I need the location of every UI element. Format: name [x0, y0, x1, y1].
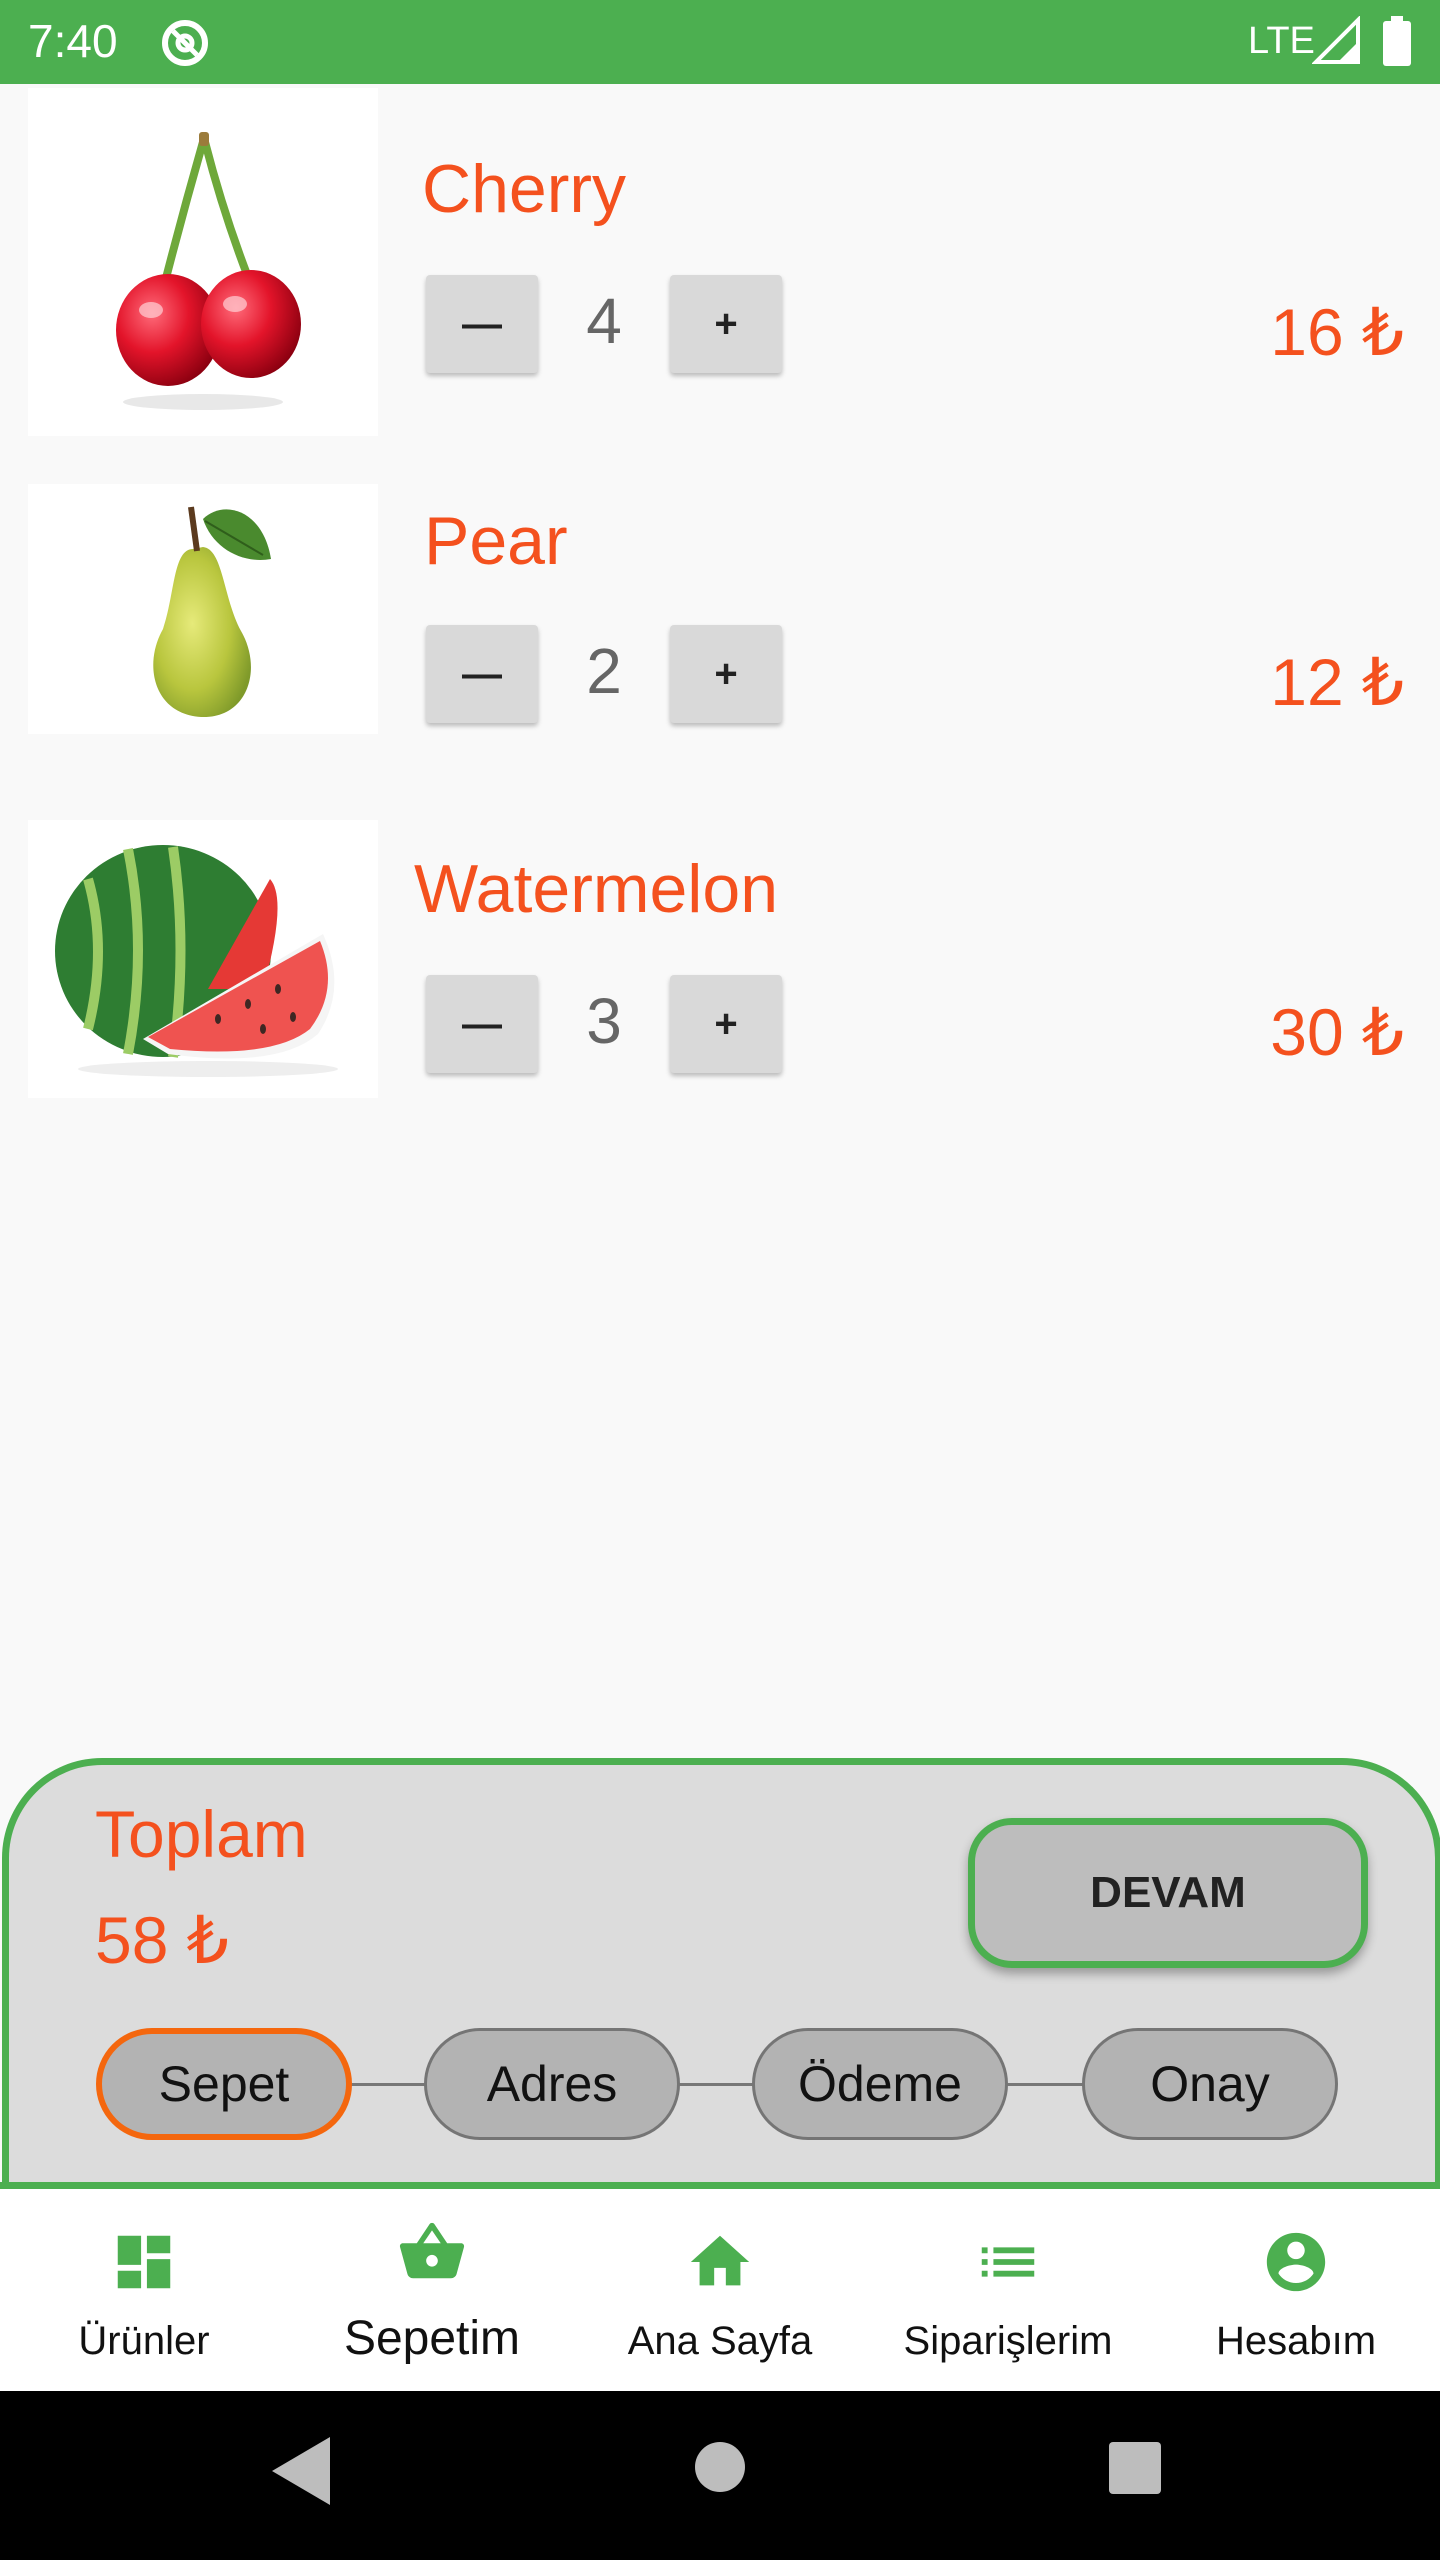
decrease-quantity-button[interactable]: — — [426, 625, 538, 723]
step-sepet[interactable]: Sepet — [96, 2028, 352, 2140]
item-price: 12 ₺ — [1270, 645, 1404, 719]
item-image-box — [28, 820, 378, 1098]
nav-item-sepetim[interactable]: Sepetim — [288, 2189, 576, 2391]
nav-item-ana-sayfa[interactable]: Ana Sayfa — [576, 2189, 864, 2391]
cart-item-cherry: Cherry — 4 + 16 ₺ — [0, 84, 1440, 444]
quantity-value: 3 — [586, 985, 622, 1057]
item-image-box — [28, 484, 378, 734]
nav-item-urunler[interactable]: Ürünler — [0, 2189, 288, 2391]
decrease-quantity-button[interactable]: — — [426, 975, 538, 1073]
quantity-value: 2 — [586, 635, 622, 707]
item-name: Cherry — [422, 151, 627, 227]
step-odeme[interactable]: Ödeme — [752, 2028, 1008, 2140]
pear-image — [153, 506, 271, 718]
signal-icon — [1312, 16, 1360, 64]
home-button-icon[interactable] — [694, 2441, 746, 2493]
nav-label: Ana Sayfa — [627, 2319, 813, 2363]
dashboard-icon — [117, 2235, 171, 2289]
item-name: Pear — [424, 503, 568, 579]
summary-divider — [0, 2182, 1440, 2189]
recents-icon[interactable] — [1108, 2441, 1162, 2495]
nav-item-hesabim[interactable]: Hesabım — [1152, 2189, 1440, 2391]
increase-quantity-button[interactable]: + — [670, 975, 782, 1073]
nav-label: Sepetim — [343, 2312, 521, 2365]
app-notification-icon — [162, 20, 208, 66]
list-icon — [981, 2247, 1035, 2277]
status-time: 7:40 — [28, 15, 118, 67]
nav-item-siparislerim[interactable]: Siparişlerim — [864, 2189, 1152, 2391]
status-bar: 7:40 LTE — [0, 0, 1440, 84]
continue-button[interactable]: DEVAM — [968, 1818, 1368, 1968]
nav-label: Hesabım — [1215, 2319, 1377, 2363]
watermelon-image — [55, 845, 338, 1077]
step-adres[interactable]: Adres — [424, 2028, 680, 2140]
system-navigation-bar — [0, 2391, 1440, 2560]
back-icon[interactable] — [270, 2435, 334, 2507]
bottom-navigation: Ürünler Sepetim Ana Sayfa Siparişlerim H… — [0, 2189, 1440, 2391]
item-price: 16 ₺ — [1270, 295, 1404, 369]
step-onay[interactable]: Onay — [1082, 2028, 1338, 2140]
home-icon — [690, 2235, 750, 2286]
item-price: 30 ₺ — [1270, 995, 1404, 1069]
cart-item-pear: Pear — 2 + 12 ₺ — [0, 444, 1440, 744]
total-label: Toplam — [95, 1797, 308, 1871]
item-name: Watermelon — [414, 851, 779, 927]
battery-icon — [1383, 16, 1411, 66]
cart-item-watermelon: Watermelon — 3 + 30 ₺ — [0, 800, 1440, 1110]
increase-quantity-button[interactable]: + — [670, 275, 782, 373]
increase-quantity-button[interactable]: + — [670, 625, 782, 723]
cherry-image — [116, 132, 301, 410]
item-image-box — [28, 88, 378, 436]
decrease-quantity-button[interactable]: — — [426, 275, 538, 373]
nav-label: Siparişlerim — [903, 2319, 1113, 2363]
total-value: 58 ₺ — [95, 1903, 229, 1977]
nav-label: Ürünler — [78, 2319, 210, 2363]
account-icon — [1266, 2232, 1326, 2292]
basket-icon — [399, 2222, 465, 2279]
network-type: LTE — [1248, 20, 1315, 62]
quantity-value: 4 — [586, 285, 622, 357]
